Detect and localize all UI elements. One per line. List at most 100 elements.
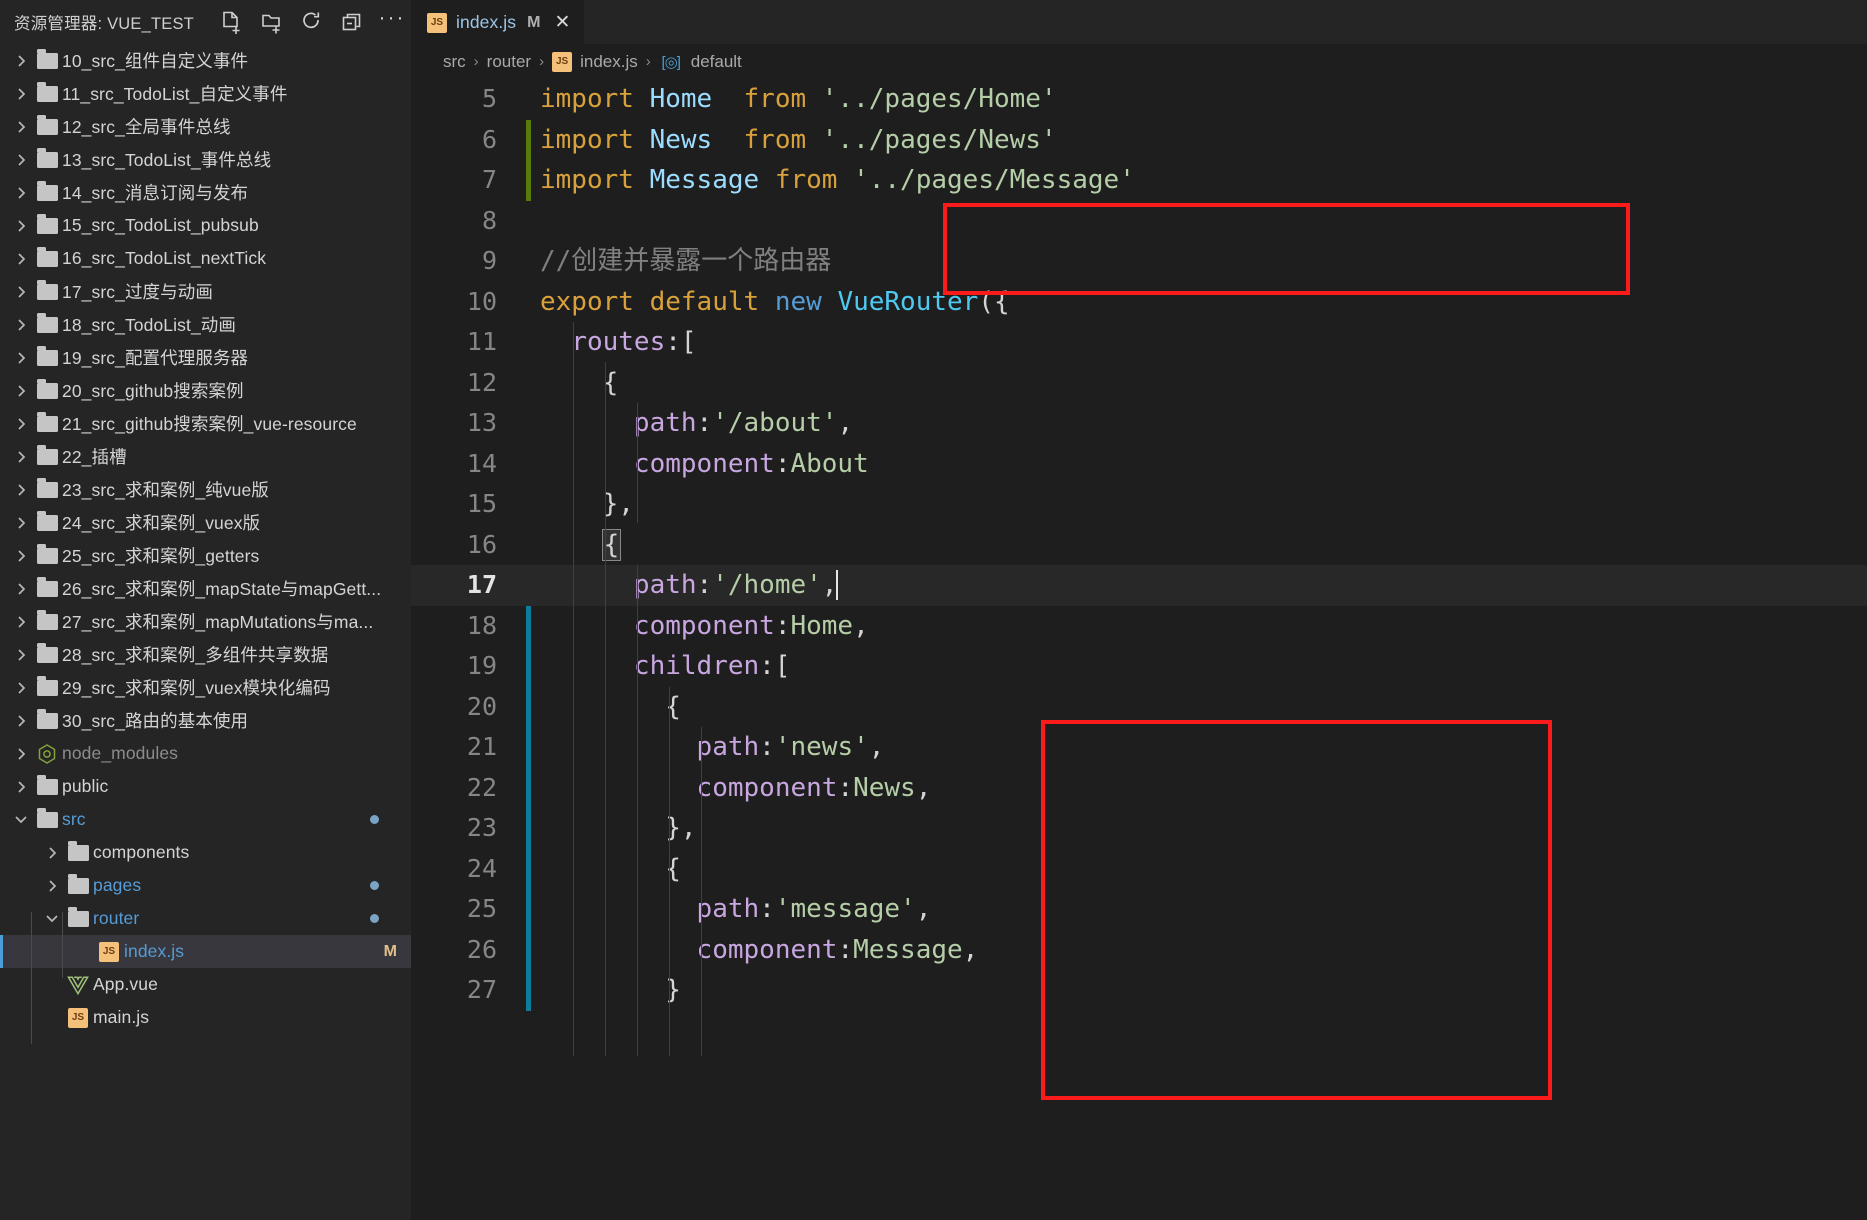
breadcrumb-item-symbol[interactable]: default bbox=[691, 52, 742, 72]
new-file-icon[interactable] bbox=[220, 10, 244, 34]
chevron-right-icon[interactable] bbox=[10, 548, 32, 564]
tree-item[interactable]: 25_src_求和案例_getters bbox=[0, 539, 411, 572]
chevron-right-icon[interactable] bbox=[10, 680, 32, 696]
refresh-icon[interactable] bbox=[300, 10, 324, 34]
code-line[interactable]: 22 component:News, bbox=[411, 767, 1867, 808]
code-line[interactable]: 27 } bbox=[411, 970, 1867, 1011]
chevron-right-icon[interactable] bbox=[10, 350, 32, 366]
chevron-right-icon[interactable] bbox=[10, 449, 32, 465]
tree-item[interactable]: 22_插槽 bbox=[0, 440, 411, 473]
code-lines[interactable]: 5 import Home from '../pages/Home' 6 import… bbox=[411, 79, 1867, 1220]
folder-icon bbox=[32, 148, 62, 168]
chevron-right-icon[interactable] bbox=[10, 185, 32, 201]
tree-item[interactable]: 26_src_求和案例_mapState与mapGett... bbox=[0, 572, 411, 605]
breadcrumb-item-file[interactable]: index.js bbox=[580, 52, 638, 72]
chevron-right-icon[interactable] bbox=[41, 845, 63, 861]
code-line[interactable]: 20 { bbox=[411, 686, 1867, 727]
tree-item[interactable]: 20_src_github搜索案例 bbox=[0, 374, 411, 407]
tree-item[interactable]: components bbox=[0, 836, 411, 869]
chevron-down-icon[interactable] bbox=[41, 912, 63, 925]
tree-item[interactable]: 23_src_求和案例_纯vue版 bbox=[0, 473, 411, 506]
tree-item[interactable]: 11_src_TodoList_自定义事件 bbox=[0, 77, 411, 110]
tree-item[interactable]: 19_src_配置代理服务器 bbox=[0, 341, 411, 374]
line-number: 10 bbox=[466, 286, 497, 316]
code-line[interactable]: 8 bbox=[411, 201, 1867, 242]
tree-item[interactable]: node_modules bbox=[0, 737, 411, 770]
tree-item[interactable]: 17_src_过度与动画 bbox=[0, 275, 411, 308]
chevron-right-icon[interactable] bbox=[10, 119, 32, 135]
code-line[interactable]: 18 component:Home, bbox=[411, 605, 1867, 646]
code-editor[interactable]: 5 import Home from '../pages/Home' 6 import… bbox=[411, 79, 1867, 1220]
breadcrumb[interactable]: src › router › JS index.js › [◎] default bbox=[411, 44, 1867, 79]
tree-item[interactable]: pages bbox=[0, 869, 411, 902]
new-folder-icon[interactable] bbox=[260, 10, 284, 34]
tree-item[interactable]: src bbox=[0, 803, 411, 836]
tree-item[interactable]: JS main.js bbox=[0, 1001, 411, 1034]
js-file-icon: JS bbox=[552, 51, 573, 72]
code-text: { bbox=[540, 691, 681, 722]
chevron-right-icon[interactable] bbox=[41, 878, 63, 894]
code-line[interactable]: 9 //创建并暴露一个路由器 bbox=[411, 241, 1867, 282]
tree-item[interactable]: 21_src_github搜索案例_vue-resource bbox=[0, 407, 411, 440]
tree-item[interactable]: 29_src_求和案例_vuex模块化编码 bbox=[0, 671, 411, 704]
chevron-right-icon[interactable] bbox=[10, 86, 32, 102]
code-line-active[interactable]: 17 path:'/home', bbox=[411, 565, 1867, 606]
tree-item[interactable]: 16_src_TodoList_nextTick bbox=[0, 242, 411, 275]
tree-item[interactable]: 30_src_路由的基本使用 bbox=[0, 704, 411, 737]
code-line[interactable]: 19 children:[ bbox=[411, 646, 1867, 687]
code-line[interactable]: 15 }, bbox=[411, 484, 1867, 525]
folder-icon bbox=[32, 676, 62, 696]
chevron-right-icon[interactable] bbox=[10, 515, 32, 531]
code-line[interactable]: 25 path:'message', bbox=[411, 889, 1867, 930]
chevron-right-icon[interactable] bbox=[10, 482, 32, 498]
breadcrumb-item-src[interactable]: src bbox=[443, 52, 466, 72]
chevron-right-icon[interactable] bbox=[10, 614, 32, 630]
tree-item[interactable]: 12_src_全局事件总线 bbox=[0, 110, 411, 143]
tree-item[interactable]: 14_src_消息订阅与发布 bbox=[0, 176, 411, 209]
chevron-down-icon[interactable] bbox=[10, 813, 32, 826]
close-icon[interactable]: ✕ bbox=[554, 13, 570, 32]
chevron-right-icon[interactable] bbox=[10, 284, 32, 300]
code-line[interactable]: 26 component:Message, bbox=[411, 929, 1867, 970]
file-tree[interactable]: 10_src_组件自定义事件 11_src_TodoList_自定义事件 12_sr… bbox=[0, 44, 411, 1220]
chevron-right-icon[interactable] bbox=[10, 152, 32, 168]
code-line[interactable]: 14 component:About bbox=[411, 444, 1867, 485]
tree-item[interactable]: public bbox=[0, 770, 411, 803]
tree-item[interactable]: 18_src_TodoList_动画 bbox=[0, 308, 411, 341]
chevron-right-icon[interactable] bbox=[10, 317, 32, 333]
tree-item[interactable]: 15_src_TodoList_pubsub bbox=[0, 209, 411, 242]
tree-item[interactable]: 24_src_求和案例_vuex版 bbox=[0, 506, 411, 539]
collapse-all-icon[interactable] bbox=[340, 10, 364, 34]
folder-icon bbox=[32, 709, 62, 729]
chevron-right-icon[interactable] bbox=[10, 647, 32, 663]
more-actions-icon[interactable]: ··· bbox=[378, 6, 404, 39]
chevron-right-icon[interactable] bbox=[10, 713, 32, 729]
code-line[interactable]: 16 { bbox=[411, 525, 1867, 566]
tree-item[interactable]: 13_src_TodoList_事件总线 bbox=[0, 143, 411, 176]
chevron-right-icon[interactable] bbox=[10, 746, 32, 762]
code-line[interactable]: 23 }, bbox=[411, 808, 1867, 849]
tree-item[interactable]: 27_src_求和案例_mapMutations与ma... bbox=[0, 605, 411, 638]
tree-item[interactable]: 28_src_求和案例_多组件共享数据 bbox=[0, 638, 411, 671]
chevron-right-icon[interactable] bbox=[10, 383, 32, 399]
code-line[interactable]: 7 import Message from '../pages/Message' bbox=[411, 160, 1867, 201]
code-line[interactable]: 10 export default new VueRouter({ bbox=[411, 282, 1867, 323]
code-line[interactable]: 13 path:'/about', bbox=[411, 403, 1867, 444]
chevron-right-icon[interactable] bbox=[10, 416, 32, 432]
tab-index-js[interactable]: JS index.js M ✕ bbox=[411, 0, 585, 44]
chevron-right-icon[interactable] bbox=[10, 581, 32, 597]
chevron-right-icon[interactable] bbox=[10, 779, 32, 795]
code-line[interactable]: 24 { bbox=[411, 848, 1867, 889]
code-text: export default new VueRouter({ bbox=[540, 286, 1010, 317]
code-line[interactable]: 11 routes:[ bbox=[411, 322, 1867, 363]
tree-item[interactable]: 10_src_组件自定义事件 bbox=[0, 44, 411, 77]
code-line[interactable]: 12 { bbox=[411, 363, 1867, 404]
indent-guide bbox=[701, 727, 702, 1056]
chevron-right-icon[interactable] bbox=[10, 251, 32, 267]
chevron-right-icon[interactable] bbox=[10, 53, 32, 69]
breadcrumb-item-router[interactable]: router bbox=[487, 52, 531, 72]
code-line[interactable]: 21 path:'news', bbox=[411, 727, 1867, 768]
chevron-right-icon[interactable] bbox=[10, 218, 32, 234]
code-line[interactable]: 6 import News from '../pages/News' bbox=[411, 119, 1867, 160]
code-line[interactable]: 5 import Home from '../pages/Home' bbox=[411, 79, 1867, 120]
